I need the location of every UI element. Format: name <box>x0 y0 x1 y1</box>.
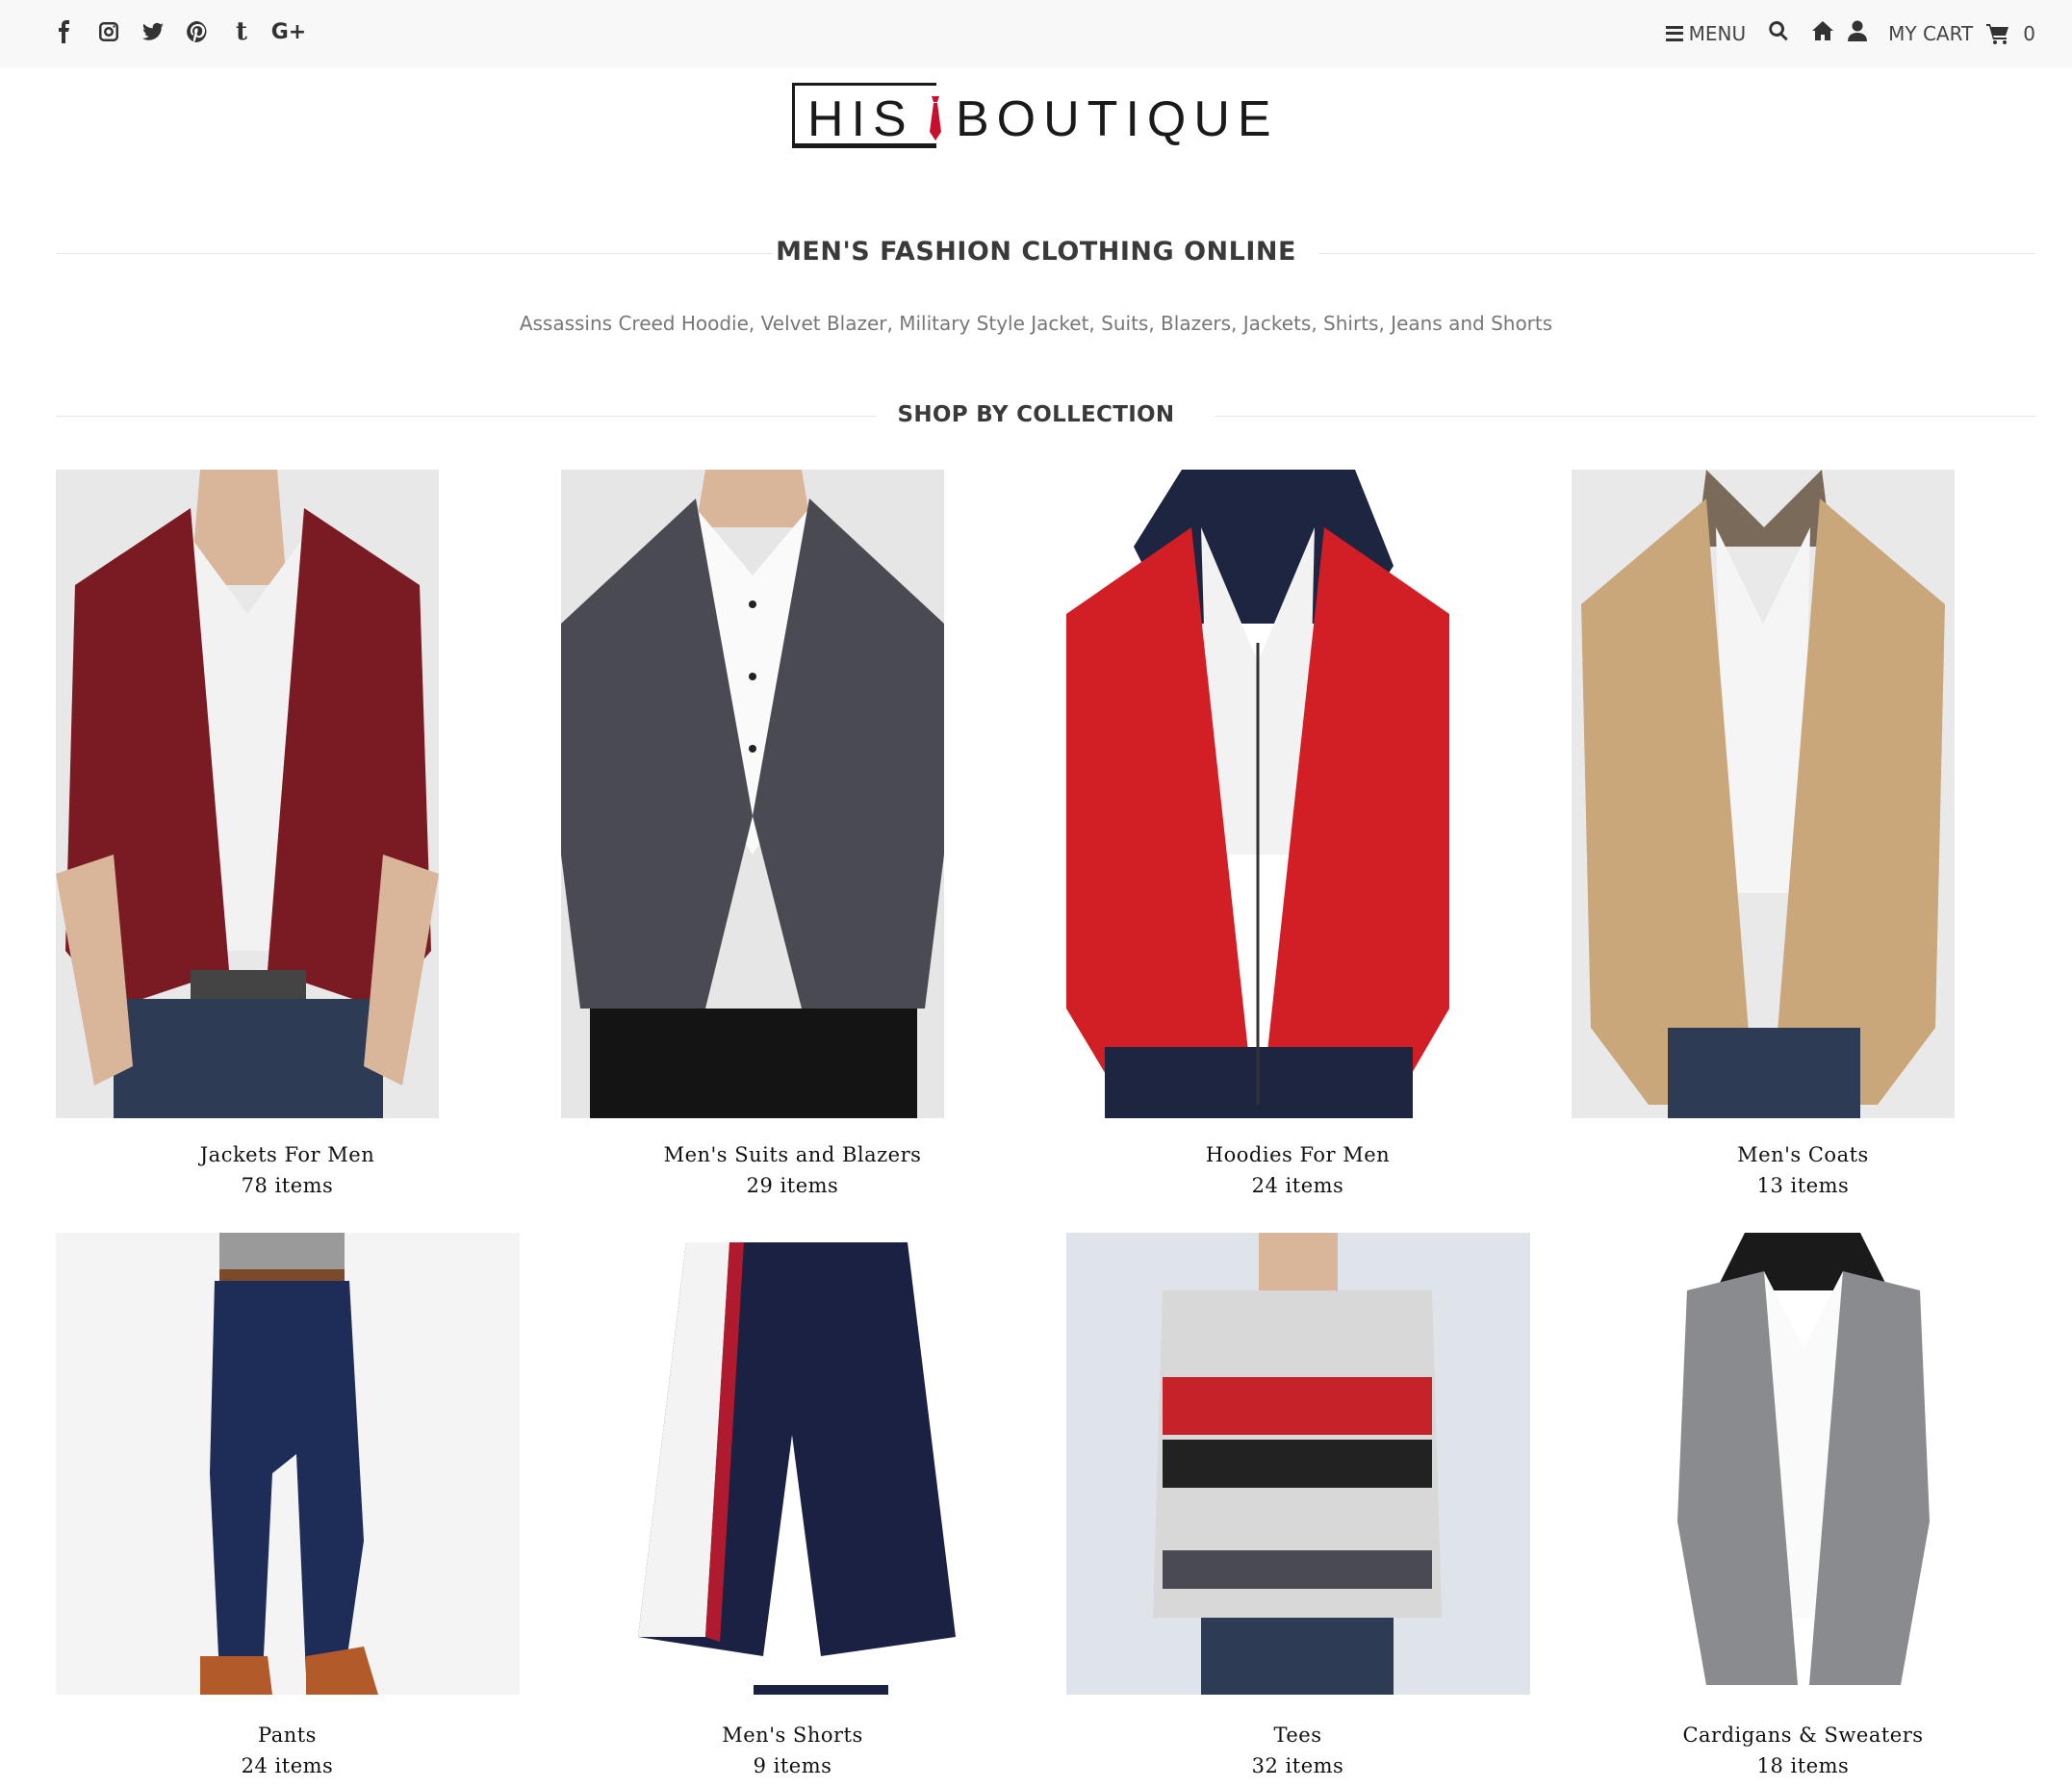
hoodie-image <box>1066 470 1449 1118</box>
collection-title[interactable]: Cardigans & Sweaters <box>1550 1724 2056 1747</box>
cart-icon <box>1986 23 2009 44</box>
coat-image <box>1572 470 1955 1118</box>
cart-label: MY CART <box>1888 21 1974 45</box>
collection-title[interactable]: Jackets For Men <box>35 1143 540 1166</box>
social-links: t G+ <box>50 17 306 46</box>
cardigan-image <box>1572 1233 2035 1695</box>
hamburger-icon <box>1665 25 1683 41</box>
collection-image[interactable] <box>1572 470 1955 1118</box>
jacket-image <box>56 470 439 1118</box>
collection-image[interactable] <box>56 470 439 1118</box>
twitter-icon[interactable] <box>139 17 167 46</box>
collection-count: 32 items <box>1251 1754 1344 1777</box>
search-icon[interactable] <box>1767 19 1790 47</box>
pinterest-icon[interactable] <box>183 17 212 46</box>
home-icon[interactable] <box>1811 20 1834 46</box>
shop-by-collection-heading: SHOP BY COLLECTION <box>897 402 1175 427</box>
shorts-image <box>561 1233 1025 1695</box>
top-bar: t G+ MENU MY CART 0 <box>0 0 2072 68</box>
facebook-icon[interactable] <box>50 17 79 46</box>
instagram-icon[interactable] <box>94 17 123 46</box>
collection-count: 18 items <box>1756 1754 1850 1777</box>
collection-image[interactable] <box>1066 470 1449 1118</box>
tumblr-icon[interactable]: t <box>227 17 256 46</box>
collection-title[interactable]: Hoodies For Men <box>1045 1143 1550 1166</box>
account-icon[interactable] <box>1848 20 1868 46</box>
collection-count: 24 items <box>241 1754 334 1777</box>
cart-link[interactable]: MY CART 0 <box>1888 22 2035 45</box>
collection-title[interactable]: Men's Coats <box>1550 1143 2056 1166</box>
tie-icon <box>930 96 941 140</box>
collection-count: 13 items <box>1756 1174 1850 1197</box>
collection-image[interactable] <box>561 1233 1025 1695</box>
site-logo[interactable]: HIS BOUTIQUE <box>792 83 1302 150</box>
collection-image[interactable] <box>1572 1233 2035 1695</box>
header-nav: MENU MY CART 0 <box>1665 19 2035 47</box>
page-title: MEN'S FASHION CLOTHING ONLINE <box>776 237 1296 267</box>
collection-count: 29 items <box>746 1174 839 1197</box>
collection-title[interactable]: Pants <box>35 1724 540 1747</box>
collection-count: 9 items <box>753 1754 832 1777</box>
collection-image[interactable] <box>56 1233 520 1695</box>
logo-text-boutique: BOUTIQUE <box>956 91 1279 147</box>
pants-image <box>56 1233 520 1695</box>
collection-count: 78 items <box>241 1174 334 1197</box>
collection-title[interactable]: Tees <box>1045 1724 1550 1747</box>
cart-count: 0 <box>2023 21 2035 45</box>
menu-button[interactable]: MENU <box>1665 21 1747 45</box>
page-subtitle: Assassins Creed Hoodie, Velvet Blazer, M… <box>519 312 1553 335</box>
collection-title[interactable]: Men's Shorts <box>540 1724 1045 1747</box>
menu-label: MENU <box>1688 21 1747 45</box>
collection-title[interactable]: Men's Suits and Blazers <box>540 1143 1045 1166</box>
blazer-image <box>561 470 944 1118</box>
logo-text-his: HIS <box>807 91 914 147</box>
tee-image <box>1066 1233 1530 1695</box>
collection-image[interactable] <box>561 470 944 1118</box>
collection-count: 24 items <box>1251 1174 1344 1197</box>
google-plus-icon[interactable]: G+ <box>271 17 307 46</box>
collection-image[interactable] <box>1066 1233 1530 1695</box>
